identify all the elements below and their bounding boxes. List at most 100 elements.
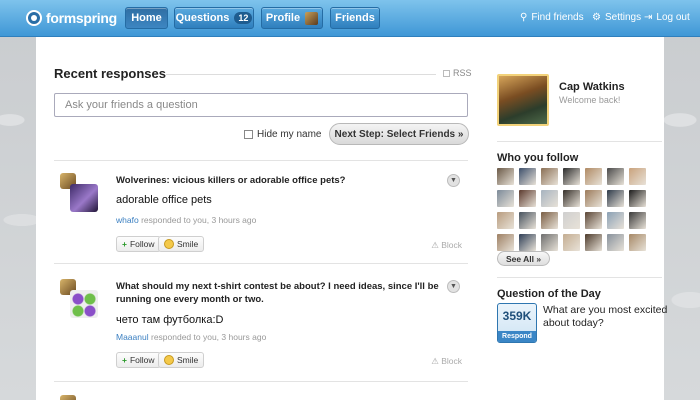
followed-user-avatar[interactable] [541,190,558,207]
asker-avatar[interactable] [60,395,76,400]
question-of-the-day-title: Question of the Day [497,288,601,300]
nav-questions-button[interactable]: Questions 12 [174,7,254,29]
qotd-respond-label[interactable]: Respond [498,331,536,342]
followed-user-avatar[interactable] [585,168,602,185]
smile-icon [164,355,174,365]
followed-user-avatar[interactable] [585,190,602,207]
welcome-text: Welcome back! [559,95,621,105]
followed-user-avatar[interactable] [607,212,624,229]
followed-user-avatar[interactable] [519,212,536,229]
questions-count-badge: 12 [234,12,253,24]
logout-link[interactable]: ⇥ Log out [644,12,690,23]
response-meta: whafo responded to you, 3 hours ago [116,215,256,225]
smile-label: Smile [177,239,199,249]
nav-profile-button[interactable]: Profile [261,7,323,29]
followed-user-avatar[interactable] [541,212,558,229]
smile-button[interactable]: Smile [158,352,205,368]
block-icon: ⚠ [431,240,442,250]
block-label: Block [441,240,462,250]
followed-user-avatar[interactable] [497,234,514,251]
user-name[interactable]: Cap Watkins [559,81,625,93]
followed-user-avatar[interactable] [519,168,536,185]
followed-user-avatar[interactable] [497,212,514,229]
expand-arrow-icon[interactable]: ▼ [447,280,460,293]
block-icon: ⚠ [431,356,442,366]
hide-name-checkbox[interactable] [244,130,253,139]
block-link[interactable]: ⚠ Block [431,240,462,251]
profile-avatar-thumb [305,11,319,25]
expand-arrow-icon[interactable]: ▼ [447,174,460,187]
followed-user-avatar[interactable] [629,190,646,207]
answer-text: чето там футболка:D [116,314,224,326]
responder-username[interactable]: Maaanul [116,332,149,342]
responder-avatar[interactable] [70,290,98,318]
followed-user-avatar[interactable] [563,234,580,251]
qotd-response-count: 359K [502,309,532,323]
nav-questions-label: Questions [175,12,230,24]
response-meta: Maaanul responded to you, 3 hours ago [116,332,266,342]
plus-icon: + [122,239,127,249]
follow-label: Follow [129,239,155,249]
followed-user-avatar[interactable] [541,234,558,251]
followed-user-avatar[interactable] [563,190,580,207]
nav-friends-label: Friends [335,12,375,24]
qotd-respond-badge[interactable]: 359K Respond [497,303,537,343]
title-divider [166,74,436,75]
followed-user-avatar[interactable] [519,190,536,207]
recent-responses-title: Recent responses [54,66,166,81]
followed-user-avatar[interactable] [563,168,580,185]
settings-label: Settings [604,12,642,23]
qotd-question-text[interactable]: What are you most excited about today? [543,304,668,330]
settings-icon: ⚙ [592,12,601,23]
nav-home-label: Home [131,12,162,24]
logo-text: formspring [46,10,117,26]
responder-username[interactable]: whafo [116,215,139,225]
feed-divider [54,263,468,264]
hide-name-label: Hide my name [257,129,322,140]
see-all-button[interactable]: See All » [497,251,551,266]
block-label: Block [441,356,462,366]
feed-divider [54,381,468,382]
followed-user-avatar[interactable] [585,212,602,229]
sidebar-divider [497,277,662,278]
followed-user-avatar[interactable] [629,212,646,229]
followed-user-avatar[interactable] [541,168,558,185]
response-item: What should my next t-shirt contest be a… [54,276,468,372]
follow-button[interactable]: + Follow [116,352,161,368]
formspring-logo[interactable]: formspring [26,9,117,27]
followed-user-avatar[interactable] [519,234,536,251]
responder-avatar[interactable] [70,184,98,212]
followed-user-avatar[interactable] [497,190,514,207]
rss-link[interactable]: RSS [443,68,472,78]
find-friends-link[interactable]: ⚲ Find friends [520,12,584,23]
who-you-follow-title: Who you follow [497,152,579,164]
ask-question-input[interactable] [54,93,468,117]
logout-icon: ⇥ [644,12,653,23]
nav-friends-button[interactable]: Friends [330,7,380,29]
followed-user-avatar[interactable] [563,212,580,229]
sidebar-divider [497,141,662,142]
next-step-button[interactable]: Next Step: Select Friends » [329,123,469,145]
user-profile-avatar[interactable] [497,74,549,126]
followed-user-avatar[interactable] [497,168,514,185]
smile-button[interactable]: Smile [158,236,205,252]
logout-label: Log out [656,12,690,23]
hide-name-option[interactable]: Hide my name (?) [244,129,342,140]
settings-link[interactable]: ⚙ Settings [592,12,641,23]
question-text: What should my next t-shirt contest be a… [116,281,439,305]
smile-icon [164,239,174,249]
smile-label: Smile [177,355,199,365]
followed-user-avatar[interactable] [607,234,624,251]
response-meta-text: responded to you, 3 hours ago [150,332,267,342]
followed-user-avatar[interactable] [607,190,624,207]
nav-home-button[interactable]: Home [125,7,168,29]
rss-icon [443,69,450,77]
followed-user-avatar[interactable] [585,234,602,251]
followed-user-avatar[interactable] [607,168,624,185]
response-meta-text: responded to you, 3 hours ago [141,215,257,225]
followed-user-avatar[interactable] [629,168,646,185]
follow-button[interactable]: + Follow [116,236,161,252]
followed-user-avatar[interactable] [629,234,646,251]
block-link[interactable]: ⚠ Block [431,356,462,367]
find-friends-icon: ⚲ [520,12,528,23]
